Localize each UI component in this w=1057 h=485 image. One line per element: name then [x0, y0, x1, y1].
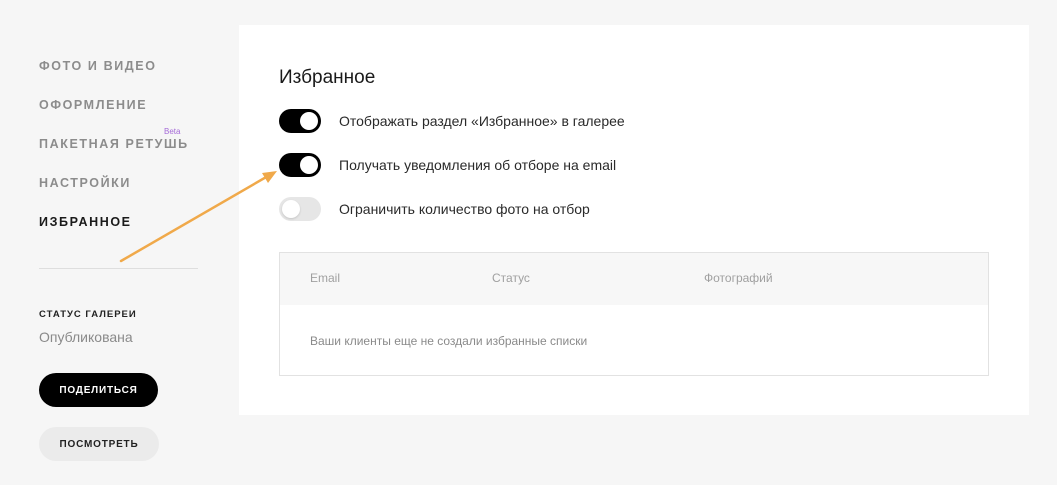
limit-photos-toggle[interactable] [279, 197, 321, 221]
toggle-knob [300, 156, 318, 174]
table-header: Email Статус Фотографий [280, 253, 988, 305]
gallery-status-value: Опубликована [39, 329, 133, 345]
toggle-knob [282, 200, 300, 218]
toggle-row-limit-photos: Ограничить количество фото на отбор [279, 197, 590, 221]
share-button[interactable]: ПОДЕЛИТЬСЯ [39, 373, 158, 407]
toggle-row-show-favorites: Отображать раздел «Избранное» в галерее [279, 109, 625, 133]
view-button[interactable]: ПОСМОТРЕТЬ [39, 427, 159, 461]
sidebar-divider [39, 268, 198, 269]
limit-photos-label: Ограничить количество фото на отбор [339, 201, 590, 217]
sidebar-item-batch-retouch[interactable]: ПАКЕТНАЯ РЕТУШЬ [39, 137, 189, 151]
empty-state-message: Ваши клиенты еще не создали избранные сп… [310, 334, 588, 348]
show-favorites-label: Отображать раздел «Избранное» в галерее [339, 113, 625, 129]
sidebar-item-photo-video[interactable]: ФОТО И ВИДЕО [39, 59, 157, 73]
sidebar-item-settings[interactable]: НАСТРОЙКИ [39, 176, 131, 190]
sidebar-item-favorites[interactable]: ИЗБРАННОЕ [39, 215, 132, 229]
column-status: Статус [492, 271, 530, 285]
sidebar: ФОТО И ВИДЕО ОФОРМЛЕНИЕ ПАКЕТНАЯ РЕТУШЬ … [0, 0, 239, 485]
email-notifications-toggle[interactable] [279, 153, 321, 177]
beta-badge: Beta [164, 127, 181, 136]
column-email: Email [310, 271, 341, 285]
show-favorites-toggle[interactable] [279, 109, 321, 133]
email-notifications-label: Получать уведомления об отборе на email [339, 157, 617, 173]
column-photos: Фотографий [704, 271, 773, 285]
favorites-table: Email Статус Фотографий Ваши клиенты еще… [279, 252, 989, 376]
toggle-knob [300, 112, 318, 130]
sidebar-item-design[interactable]: ОФОРМЛЕНИЕ [39, 98, 147, 112]
page-title: Избранное [279, 67, 376, 88]
gallery-status-heading: СТАТУС ГАЛЕРЕИ [39, 309, 137, 320]
favorites-panel: Избранное Отображать раздел «Избранное» … [239, 25, 1029, 415]
toggle-row-email-notifications: Получать уведомления об отборе на email [279, 153, 616, 177]
